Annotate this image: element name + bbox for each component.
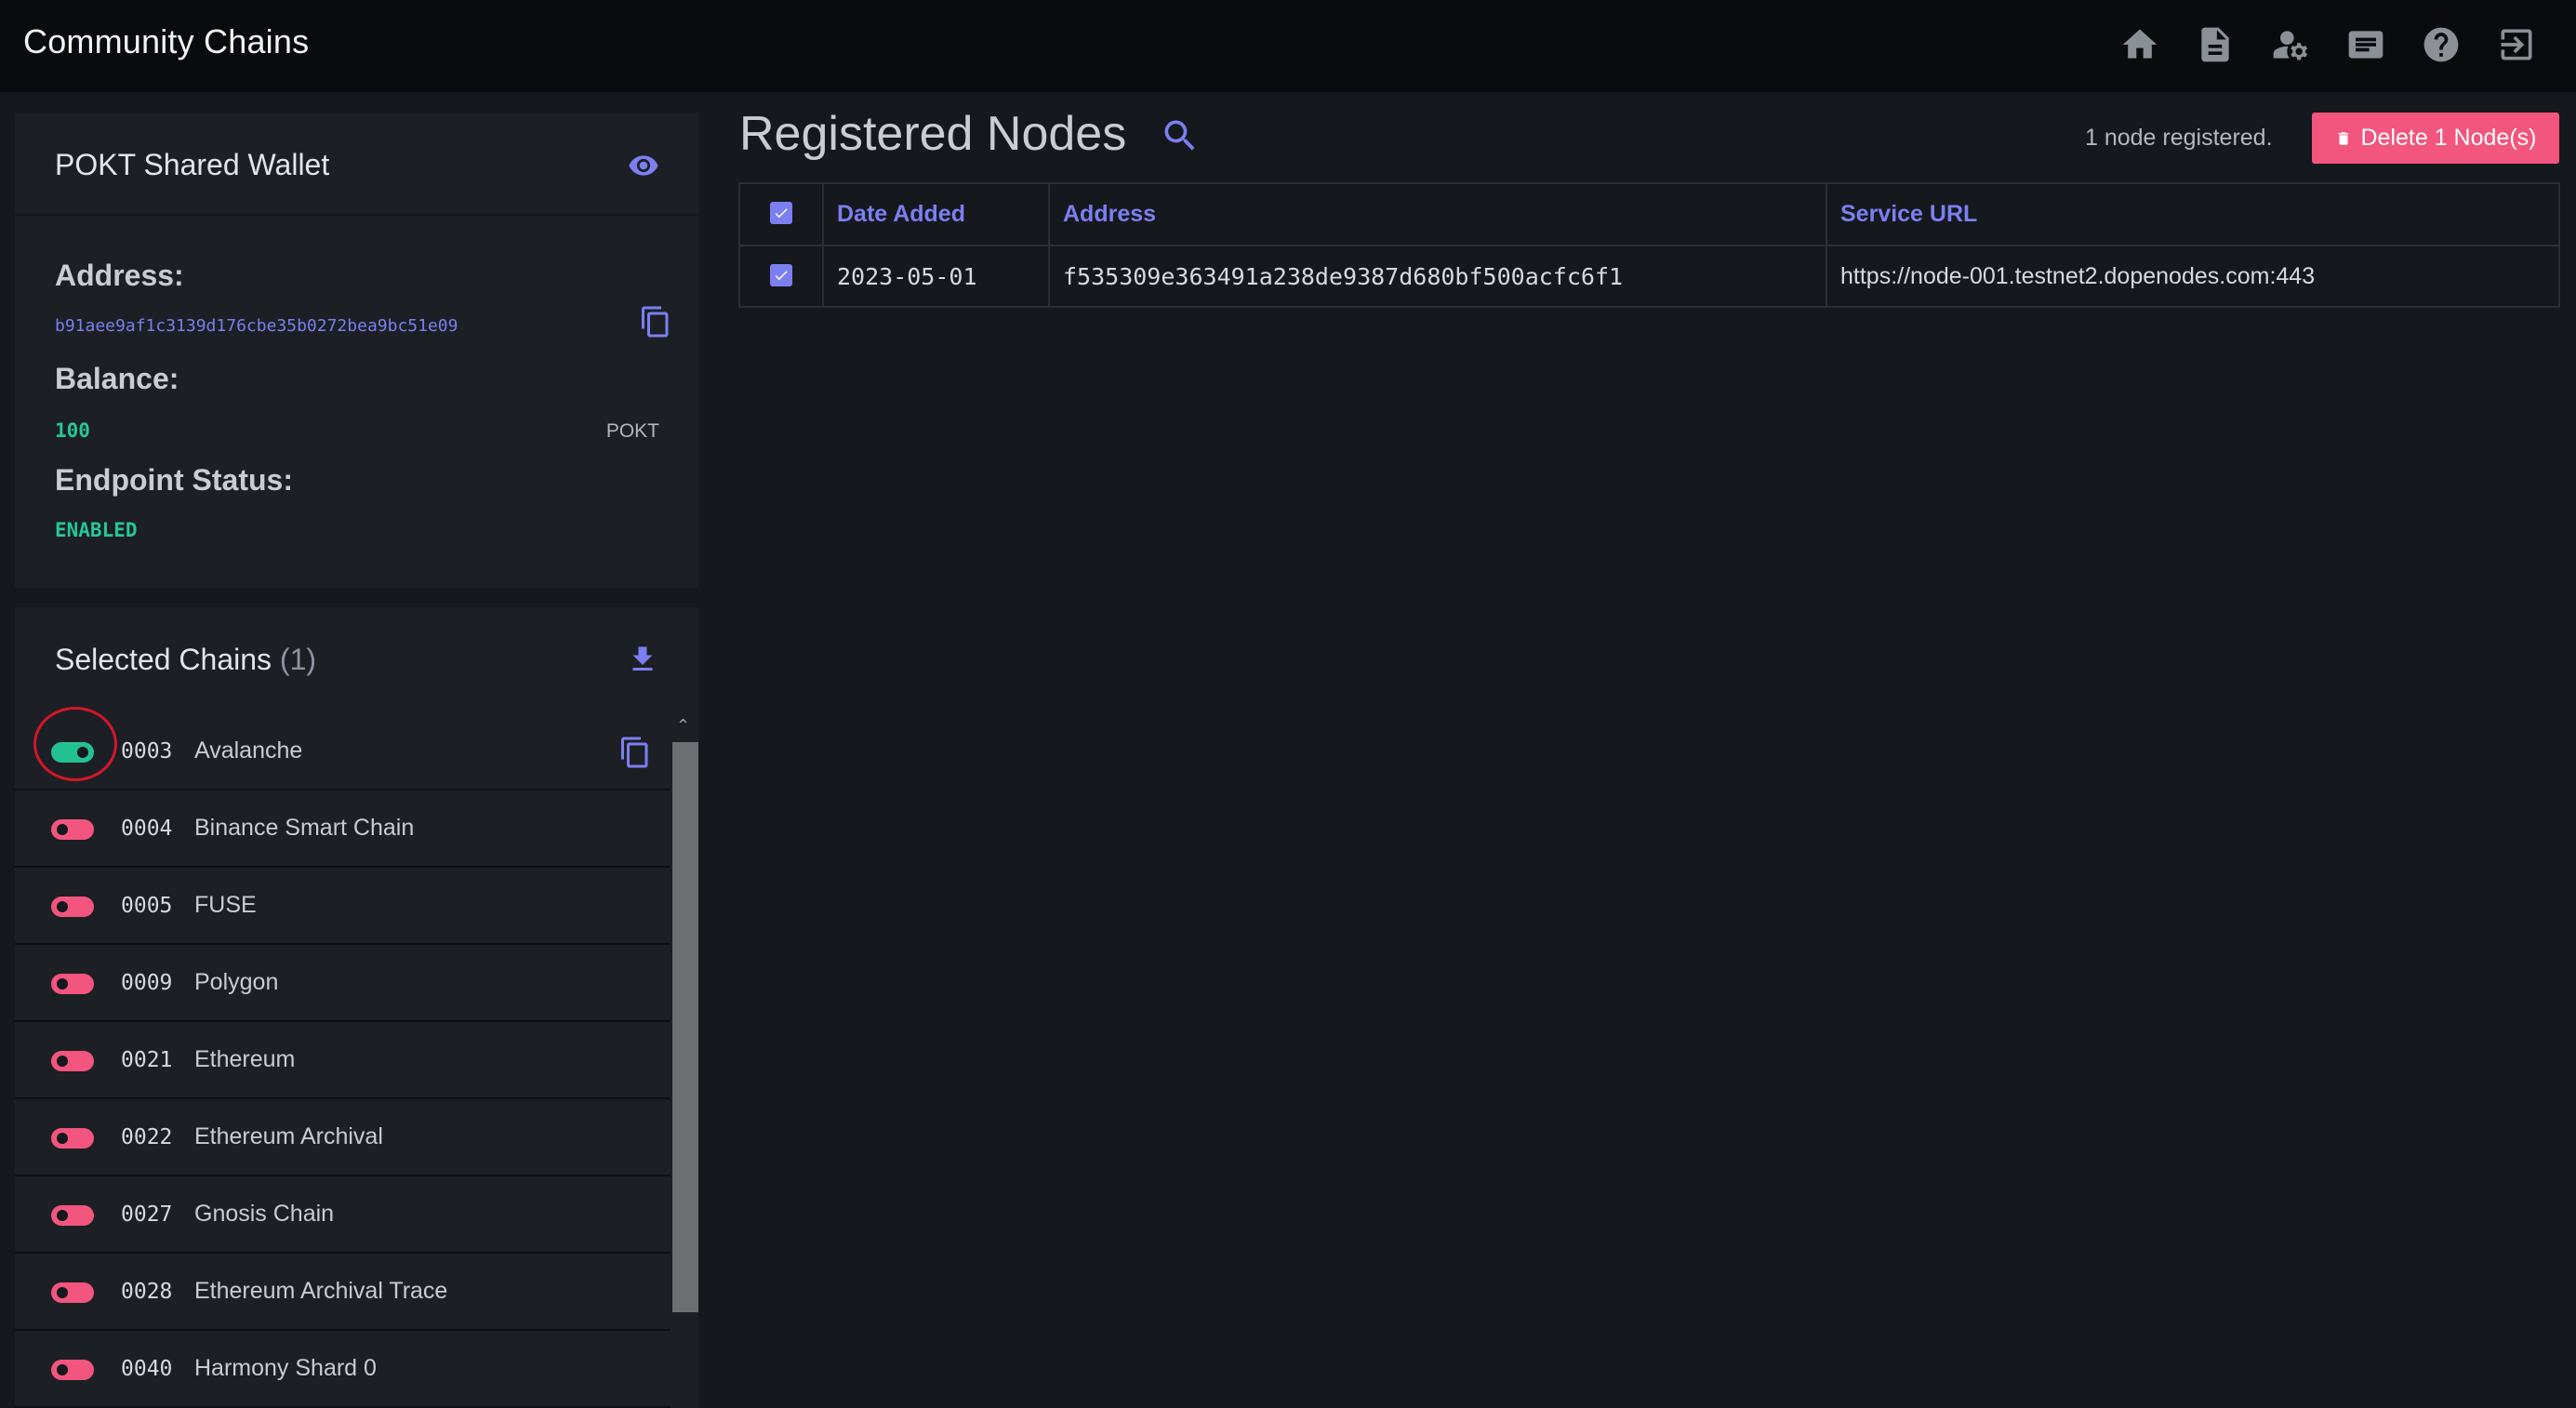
- chains-count: (1): [279, 643, 317, 676]
- page-title: Registered Nodes: [739, 107, 1127, 161]
- table-header-row: Date Added Address Service URL: [738, 182, 2560, 246]
- row-service-url: https://node-001.testnet2.dopenodes.com:…: [1826, 245, 2560, 308]
- chain-toggle[interactable]: [51, 1128, 94, 1149]
- chains-title: Selected Chains (1): [55, 643, 316, 677]
- chain-toggle[interactable]: [51, 1205, 94, 1226]
- toggle-knob: [77, 747, 88, 758]
- chain-name: Harmony Shard 0: [194, 1355, 377, 1381]
- chain-list: 0003 Avalanche 0004 Binance Smart Chain 0005…: [15, 713, 671, 1408]
- chain-row: 0003 Avalanche: [15, 713, 671, 790]
- chain-id: 0021: [121, 1048, 173, 1072]
- row-date: 2023-05-01: [822, 245, 1050, 308]
- chain-toggle[interactable]: [51, 1051, 94, 1071]
- toggle-knob: [57, 1056, 68, 1067]
- balance-value: 100: [55, 419, 90, 442]
- chain-name: Polygon: [194, 969, 279, 995]
- row-checkbox[interactable]: [770, 263, 792, 286]
- chain-id: 0004: [121, 817, 173, 841]
- chain-id: 0028: [121, 1280, 173, 1304]
- chain-toggle[interactable]: [51, 819, 94, 840]
- scrollbar-thumb[interactable]: [672, 742, 698, 1312]
- chain-row: 0040 Harmony Shard 0: [15, 1331, 671, 1408]
- toggle-knob: [57, 1364, 68, 1375]
- chain-id: 0003: [121, 739, 173, 764]
- copy-chain-icon[interactable]: [618, 736, 652, 769]
- chain-name: Binance Smart Chain: [194, 815, 415, 841]
- chain-toggle[interactable]: [51, 742, 94, 763]
- toggle-knob: [57, 824, 68, 835]
- help-icon[interactable]: [2421, 19, 2462, 71]
- chain-id: 0027: [121, 1202, 173, 1227]
- eye-icon[interactable]: [628, 150, 659, 181]
- copy-address-icon[interactable]: [639, 305, 672, 339]
- chain-toggle[interactable]: [51, 1282, 94, 1303]
- balance-unit: POKT: [605, 420, 659, 442]
- address-label: Address:: [55, 259, 184, 292]
- wallet-address: b91aee9af1c3139d176cbe35b0272bea9bc51e09: [55, 316, 458, 336]
- row-checkbox-cell: [738, 245, 824, 308]
- wallet-header: POKT Shared Wallet: [15, 113, 698, 216]
- chain-id: 0005: [121, 894, 173, 918]
- chain-row: 0028 Ethereum Archival Trace: [15, 1254, 671, 1331]
- select-all-checkbox[interactable]: [770, 202, 792, 224]
- table-row: 2023-05-01 f535309e363491a238de9387d680b…: [738, 245, 2560, 308]
- toggle-knob: [57, 1133, 68, 1144]
- chain-toggle[interactable]: [51, 1360, 94, 1380]
- toggle-knob: [57, 978, 68, 990]
- chain-name: Ethereum Archival: [194, 1123, 383, 1149]
- chain-id: 0009: [121, 971, 173, 995]
- user-settings-icon[interactable]: [2270, 19, 2311, 71]
- scroll-up-icon[interactable]: ⌃: [676, 716, 690, 736]
- chain-row: 0022 Ethereum Archival: [15, 1099, 671, 1176]
- document-icon[interactable]: [2195, 19, 2236, 71]
- wallet-title: POKT Shared Wallet: [55, 148, 330, 181]
- header-service-url[interactable]: Service URL: [1826, 182, 2560, 246]
- registered-nodes-table: Date Added Address Service URL 2023-05-0…: [738, 182, 2560, 308]
- node-count: 1 node registered.: [2085, 125, 2273, 151]
- chain-name: Gnosis Chain: [194, 1201, 335, 1227]
- chain-row: 0005 FUSE: [15, 868, 671, 945]
- top-bar: Community Chains: [0, 0, 2576, 92]
- app-title: Community Chains: [23, 22, 310, 60]
- row-address-link[interactable]: f535309e363491a238de9387d680bf500acfc6f1: [1048, 245, 1827, 308]
- chains-header: Selected Chains (1): [15, 607, 698, 713]
- chain-id: 0022: [121, 1125, 173, 1149]
- home-icon[interactable]: [2119, 19, 2160, 71]
- header-date-added[interactable]: Date Added: [822, 182, 1050, 246]
- chain-name: Ethereum: [194, 1046, 296, 1072]
- search-icon[interactable]: [1160, 115, 1201, 156]
- wallet-panel: POKT Shared Wallet Address: b91aee9af1c3…: [15, 113, 698, 588]
- chain-row: 0009 Polygon: [15, 945, 671, 1022]
- balance-label: Balance:: [55, 362, 179, 395]
- chain-row: 0021 Ethereum: [15, 1022, 671, 1099]
- chain-row: 0027 Gnosis Chain: [15, 1176, 671, 1254]
- toggle-knob: [57, 1210, 68, 1221]
- chain-toggle[interactable]: [51, 897, 94, 917]
- select-all-cell: [738, 182, 824, 246]
- chain-name: FUSE: [194, 892, 257, 918]
- selected-chains-panel: Selected Chains (1) 0003 Avalanche 0004 Bin…: [15, 607, 698, 1408]
- download-icon[interactable]: [626, 643, 659, 676]
- chain-toggle[interactable]: [51, 974, 94, 994]
- chain-id: 0040: [121, 1357, 173, 1381]
- chain-name: Avalanche: [194, 737, 303, 764]
- nav-icons: [2119, 19, 2537, 71]
- trash-icon: [2338, 131, 2348, 145]
- toggle-knob: [57, 901, 68, 912]
- chain-name: Ethereum Archival Trace: [194, 1278, 448, 1304]
- chains-title-text: Selected Chains: [55, 643, 272, 676]
- endpoint-status-value: ENABLED: [55, 519, 138, 541]
- delete-nodes-label: Delete 1 Node(s): [2360, 125, 2537, 151]
- toggle-knob: [57, 1287, 68, 1298]
- header-address[interactable]: Address: [1048, 182, 1827, 246]
- notes-icon[interactable]: [2345, 19, 2386, 71]
- endpoint-status-label: Endpoint Status:: [55, 463, 293, 497]
- logout-icon[interactable]: [2496, 19, 2537, 71]
- chain-row: 0004 Binance Smart Chain: [15, 790, 671, 868]
- delete-nodes-button[interactable]: Delete 1 Node(s): [2312, 113, 2559, 164]
